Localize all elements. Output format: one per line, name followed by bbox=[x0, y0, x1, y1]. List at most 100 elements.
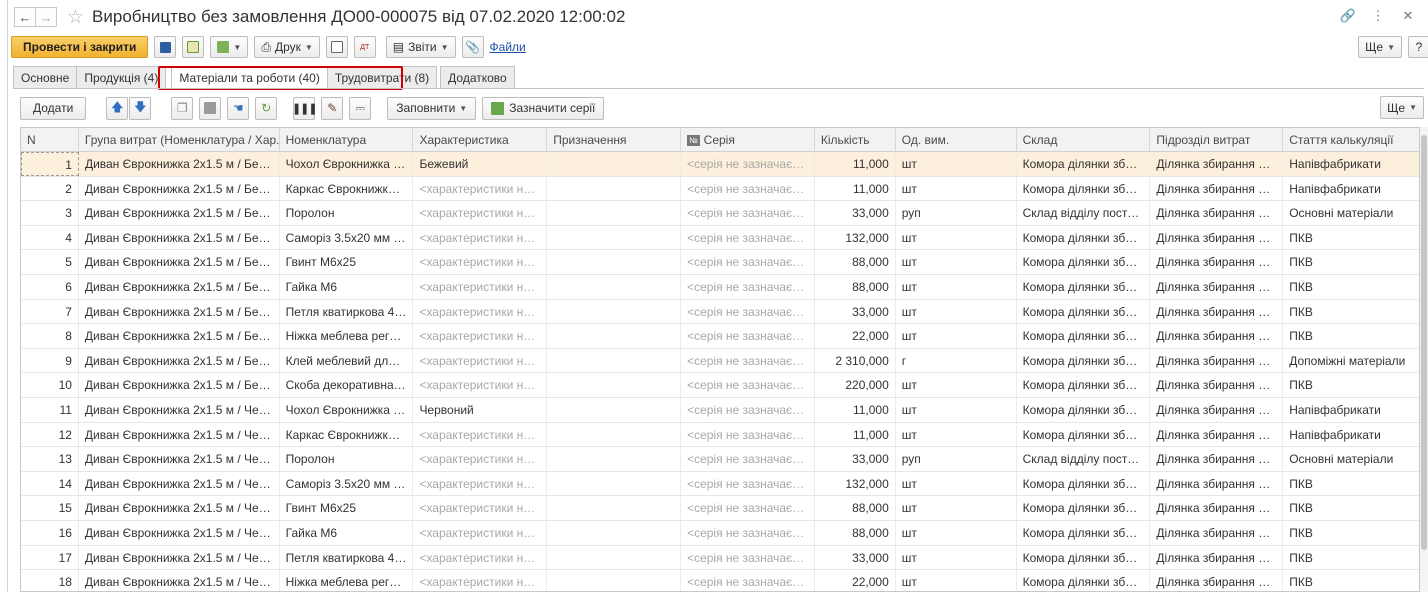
col-unit[interactable]: Од. вим. bbox=[896, 128, 1017, 152]
cell-unit[interactable]: шт bbox=[896, 225, 1017, 250]
table-row[interactable]: 12 Диван Єврокнижка 2х1.5 м / Черв... Карк… bbox=[21, 422, 1419, 448]
set-series-button[interactable]: Зазначити серії bbox=[482, 96, 605, 120]
table-row[interactable]: 13 Диван Єврокнижка 2х1.5 м / Черв... Поро… bbox=[21, 447, 1419, 472]
col-series[interactable]: № Серія bbox=[681, 128, 815, 152]
cell-article[interactable]: ПКВ bbox=[1283, 472, 1419, 496]
cell-unit[interactable]: шт bbox=[896, 570, 1017, 591]
row-number[interactable]: 3 bbox=[21, 201, 79, 226]
cell-characteristic[interactable]: <характеристики не ... bbox=[413, 422, 548, 447]
cell-item[interactable]: Гвинт М6х25 bbox=[280, 496, 414, 521]
cell-series[interactable]: <серія не зазначаєть... bbox=[681, 225, 815, 250]
cell-qty[interactable]: 132,000 bbox=[815, 471, 896, 496]
cell-characteristic[interactable]: <характеристики не ... bbox=[413, 250, 548, 275]
cell-qty[interactable]: 11,000 bbox=[815, 397, 896, 422]
table-row[interactable]: 3 Диван Єврокнижка 2х1.5 м / Беже... Порол… bbox=[21, 201, 1419, 226]
table-row[interactable]: 6 Диван Єврокнижка 2х1.5 м / Беже... Гайка… bbox=[21, 274, 1419, 300]
col-article[interactable]: Стаття калькуляції bbox=[1283, 128, 1419, 152]
table-row[interactable]: 15 Диван Єврокнижка 2х1.5 м / Черв... Гвин… bbox=[21, 496, 1419, 521]
scrollbar-thumb[interactable] bbox=[1421, 135, 1427, 550]
cell-store[interactable]: Комора ділянки збир... bbox=[1017, 324, 1151, 349]
cell-dept[interactable]: Ділянка збирання м'я... bbox=[1150, 422, 1284, 447]
cell-series[interactable]: <серія не зазначаєть... bbox=[681, 447, 815, 472]
cell-characteristic[interactable]: <характеристики не ... bbox=[413, 496, 548, 521]
table-row[interactable]: 2 Диван Єврокнижка 2х1.5 м / Беже... Карка… bbox=[21, 176, 1419, 202]
cell-purpose[interactable] bbox=[547, 274, 682, 299]
col-qty[interactable]: Кількість bbox=[815, 128, 896, 152]
cell-qty[interactable]: 2 310,000 bbox=[815, 348, 896, 373]
cell-series[interactable]: <серія не зазначаєть... bbox=[681, 176, 815, 201]
row-number[interactable]: 13 bbox=[21, 447, 79, 472]
cell-store[interactable]: Комора ділянки збир... bbox=[1017, 471, 1151, 496]
col-purpose[interactable]: Призначення bbox=[547, 128, 682, 152]
cell-store[interactable]: Комора ділянки збир... bbox=[1017, 496, 1151, 521]
cell-purpose[interactable] bbox=[547, 176, 682, 201]
cell-purpose[interactable] bbox=[547, 152, 682, 176]
cell-qty[interactable]: 11,000 bbox=[815, 152, 896, 176]
cell-characteristic[interactable]: <характеристики не ... bbox=[413, 324, 548, 349]
cell-store[interactable]: Комора ділянки збир... bbox=[1017, 397, 1151, 422]
link-icon[interactable]: 🔗 bbox=[1338, 8, 1358, 24]
row-number[interactable]: 14 bbox=[21, 471, 79, 496]
cell-article[interactable]: Напівфабрикати bbox=[1283, 398, 1419, 422]
distribute-button[interactable]: ☚ bbox=[227, 96, 250, 120]
cell-purpose[interactable] bbox=[547, 348, 682, 373]
cell-unit[interactable]: шт bbox=[896, 496, 1017, 521]
cell-qty[interactable]: 33,000 bbox=[815, 299, 896, 324]
cell-item[interactable]: Чохол Єврокнижка 2... bbox=[280, 397, 414, 422]
cell-store[interactable]: Комора ділянки збир... bbox=[1017, 176, 1151, 201]
cell-dept[interactable]: Ділянка збирання м'я... bbox=[1150, 348, 1284, 373]
cell-group[interactable]: Диван Єврокнижка 2х1.5 м / Беже... bbox=[79, 250, 280, 275]
help-button[interactable]: ? bbox=[1408, 36, 1428, 58]
cell-series[interactable]: <серія не зазначаєть... bbox=[681, 348, 815, 373]
cell-purpose[interactable] bbox=[547, 225, 682, 250]
cell-characteristic[interactable]: <характеристики не ... bbox=[413, 299, 548, 324]
cell-dept[interactable]: Ділянка збирання м'я... bbox=[1150, 471, 1284, 496]
cell-group[interactable]: Диван Єврокнижка 2х1.5 м / Беже... bbox=[79, 324, 280, 349]
cell-article[interactable]: ПКВ bbox=[1283, 570, 1419, 591]
cell-series[interactable]: <серія не зазначаєть... bbox=[681, 324, 815, 349]
tab-labor-costs[interactable]: Трудовитрати (8) bbox=[326, 66, 438, 88]
move-up-button[interactable]: 🡅 bbox=[106, 96, 129, 120]
cell-dept[interactable]: Ділянка збирання м'я... bbox=[1150, 496, 1284, 521]
table-row[interactable]: 10 Диван Єврокнижка 2х1.5 м / Беже... Скоб… bbox=[21, 373, 1419, 398]
table-row[interactable]: 8 Диван Єврокнижка 2х1.5 м / Беже... Ніжка… bbox=[21, 324, 1419, 349]
cell-purpose[interactable] bbox=[547, 373, 682, 398]
cell-dept[interactable]: Ділянка збирання м'я... bbox=[1150, 570, 1284, 591]
cell-series[interactable]: <серія не зазначаєть... bbox=[681, 250, 815, 275]
cell-series[interactable]: <серія не зазначаєть... bbox=[681, 373, 815, 398]
cell-item[interactable]: Ніжка меблева регул... bbox=[280, 570, 414, 591]
table-row[interactable]: 16 Диван Єврокнижка 2х1.5 м / Черв... Гайк… bbox=[21, 520, 1419, 546]
more-vertical-icon[interactable]: ⋮ bbox=[1368, 8, 1388, 24]
fill-tool-button[interactable]: ✎ bbox=[321, 96, 344, 120]
cell-characteristic[interactable]: <характеристики не ... bbox=[413, 348, 548, 373]
cell-qty[interactable]: 22,000 bbox=[815, 324, 896, 349]
cell-store[interactable]: Комора ділянки збир... bbox=[1017, 225, 1151, 250]
cell-dept[interactable]: Ділянка збирання м'я... bbox=[1150, 447, 1284, 472]
cell-group[interactable]: Диван Єврокнижка 2х1.5 м / Черв... bbox=[79, 397, 280, 422]
cell-unit[interactable]: г bbox=[896, 348, 1017, 373]
cell-dept[interactable]: Ділянка збирання м'я... bbox=[1150, 324, 1284, 349]
cell-unit[interactable]: руп bbox=[896, 447, 1017, 472]
cell-series[interactable]: <серія не зазначаєть... bbox=[681, 299, 815, 324]
cell-unit[interactable]: шт bbox=[896, 545, 1017, 570]
cell-article[interactable]: Основні матеріали bbox=[1283, 201, 1419, 225]
cell-characteristic[interactable]: Бежевий bbox=[413, 152, 548, 176]
cell-series[interactable]: <серія не зазначаєть... bbox=[681, 422, 815, 447]
row-number[interactable]: 11 bbox=[21, 397, 79, 422]
cell-dept[interactable]: Ділянка збирання м'я... bbox=[1150, 201, 1284, 226]
cell-store[interactable]: Комора ділянки збир... bbox=[1017, 422, 1151, 447]
attach-button[interactable]: 📎 bbox=[461, 36, 484, 58]
tab-materials-works[interactable]: Матеріали та роботи (40) bbox=[171, 66, 328, 88]
cell-item[interactable]: Петля кватиркова 40... bbox=[280, 545, 414, 570]
cell-item[interactable]: Гайка М6 bbox=[280, 520, 414, 545]
row-number[interactable]: 15 bbox=[21, 496, 79, 521]
cell-characteristic[interactable]: <характеристики не ... bbox=[413, 545, 548, 570]
cell-unit[interactable]: шт bbox=[896, 250, 1017, 275]
table-row[interactable]: 11 Диван Єврокнижка 2х1.5 м / Черв... Чохо… bbox=[21, 397, 1419, 423]
cell-unit[interactable]: шт bbox=[896, 152, 1017, 176]
row-number[interactable]: 1 bbox=[21, 152, 79, 176]
cell-qty[interactable]: 220,000 bbox=[815, 373, 896, 398]
tab-main[interactable]: Основне bbox=[13, 66, 78, 88]
cell-dept[interactable]: Ділянка збирання м'я... bbox=[1150, 274, 1284, 299]
row-number[interactable]: 2 bbox=[21, 176, 79, 201]
